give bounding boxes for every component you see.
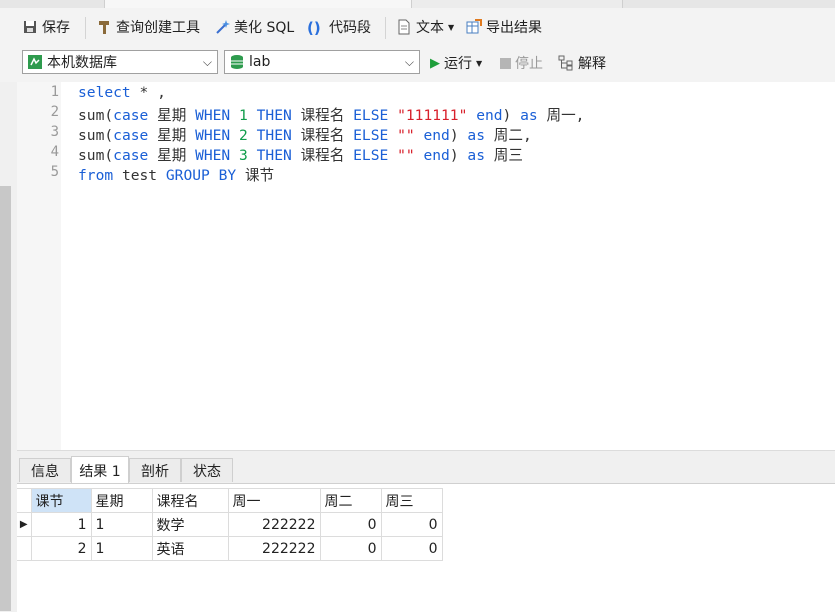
line-number: 5 [50, 164, 59, 180]
column-header[interactable]: 周三 [380, 488, 443, 513]
explain-label: 解释 [578, 56, 606, 72]
magic-wand-icon [214, 19, 230, 35]
document-icon [396, 19, 412, 35]
column-header[interactable]: 课节 [30, 488, 92, 513]
snippet-label: 代码段 [329, 20, 371, 36]
cell[interactable]: 2 [30, 536, 92, 561]
chevron-down-icon: ⌵ [202, 55, 212, 69]
play-icon: ▶ [430, 55, 440, 71]
chevron-down-icon: ⌵ [404, 55, 414, 69]
text-mode-button[interactable]: 文本 ▼ [396, 18, 454, 36]
result-tabs: 信息 结果 1 剖析 状态 [17, 450, 835, 484]
tab-info[interactable]: 信息 [19, 458, 71, 482]
line-number: 3 [50, 124, 59, 140]
connection-bar: 本机数据库 ⌵ lab ⌵ ▶ 运行 ▼ 停止 解释 [0, 44, 835, 82]
line-number-gutter: 1 2 3 4 5 [17, 82, 61, 450]
code-line-1: select * , [78, 84, 166, 101]
cell[interactable]: 1 [90, 512, 153, 537]
cell[interactable]: 1 [30, 512, 92, 537]
column-header[interactable]: 周二 [319, 488, 382, 513]
snippet-button[interactable]: () 代码段 [307, 18, 371, 37]
code-line-5: from test GROUP BY 课节 [78, 167, 275, 184]
cell[interactable]: 0 [380, 512, 443, 537]
query-tab-other[interactable] [412, 0, 623, 8]
cell[interactable]: 0 [319, 536, 382, 561]
stop-icon [500, 57, 511, 69]
database-icon [229, 54, 245, 70]
server-select[interactable]: 本机数据库 ⌵ [22, 50, 218, 74]
dropdown-caret-icon: ▼ [476, 58, 483, 68]
cell[interactable]: 222222 [227, 512, 321, 537]
parentheses-icon: () [307, 19, 321, 37]
code-line-4: sum(case 星期 WHEN 3 THEN 课程名 ELSE "" end)… [78, 147, 523, 164]
hammer-icon [96, 19, 112, 35]
server-name: 本机数据库 [47, 55, 117, 71]
export-results-label: 导出结果 [486, 20, 542, 36]
column-header[interactable]: 周一 [227, 488, 321, 513]
tab-result-1[interactable]: 结果 1 [71, 456, 129, 484]
line-number: 4 [50, 144, 59, 160]
sql-editor[interactable]: 1 2 3 4 5 select * , sum(case 星期 WHEN 1 … [17, 82, 835, 450]
code-line-2: sum(case 星期 WHEN 1 THEN 课程名 ELSE "111111… [78, 107, 585, 124]
stop-button[interactable]: 停止 [500, 54, 543, 72]
save-button[interactable]: 保存 [22, 18, 70, 36]
cell[interactable]: 222222 [227, 536, 321, 561]
table-row[interactable]: 2 1 英语 222222 0 0 [17, 536, 443, 561]
line-number: 2 [50, 104, 59, 120]
stop-label: 停止 [515, 56, 543, 72]
toolbar: 保存 查询创建工具 美化 SQL () 代码段 文本 ▼ 导出结果 [0, 8, 835, 44]
explain-button[interactable]: 解释 [558, 54, 606, 72]
cell[interactable]: 英语 [151, 536, 229, 561]
beautify-sql-label: 美化 SQL [234, 20, 295, 36]
run-label: 运行 [444, 56, 472, 72]
table-row[interactable]: ▶ 1 1 数学 222222 0 0 [17, 512, 443, 537]
tab-strip [0, 0, 835, 8]
text-mode-label: 文本 [416, 20, 444, 36]
export-results-button[interactable]: 导出结果 [466, 18, 542, 36]
cell[interactable]: 0 [319, 512, 382, 537]
current-row-arrow-icon: ▶ [17, 512, 32, 537]
result-grid: 课节 星期 课程名 周一 周二 周三 ▶ 1 1 数学 222222 0 0 2… [17, 483, 835, 612]
export-grid-icon [466, 19, 482, 35]
column-header[interactable]: 课程名 [151, 488, 229, 513]
query-tab-active[interactable] [104, 0, 412, 8]
left-scrollbar[interactable] [0, 186, 11, 611]
save-label: 保存 [42, 20, 70, 36]
query-builder-button[interactable]: 查询创建工具 [96, 18, 200, 36]
dropdown-caret-icon: ▼ [448, 22, 455, 32]
column-header[interactable]: 星期 [90, 488, 153, 513]
run-button[interactable]: ▶ 运行 ▼ [430, 54, 483, 73]
result-table: 课节 星期 课程名 周一 周二 周三 ▶ 1 1 数学 222222 0 0 2… [17, 488, 443, 561]
cell[interactable]: 数学 [151, 512, 229, 537]
save-icon [22, 19, 38, 35]
database-select[interactable]: lab ⌵ [224, 50, 420, 74]
query-builder-label: 查询创建工具 [116, 20, 200, 36]
tab-status[interactable]: 状态 [181, 458, 233, 482]
line-number: 1 [50, 84, 59, 100]
cell[interactable]: 1 [90, 536, 153, 561]
cell[interactable]: 0 [380, 536, 443, 561]
tab-profile[interactable]: 剖析 [129, 458, 181, 482]
header-row: 课节 星期 课程名 周一 周二 周三 [17, 488, 443, 513]
left-panel-edge [0, 82, 17, 611]
code-line-3: sum(case 星期 WHEN 2 THEN 课程名 ELSE "" end)… [78, 127, 532, 144]
server-icon [27, 54, 43, 70]
row-indicator-header [17, 488, 32, 513]
explain-icon [558, 55, 574, 71]
beautify-sql-button[interactable]: 美化 SQL [214, 18, 294, 36]
row-indicator [17, 536, 32, 561]
database-name: lab [249, 54, 271, 70]
